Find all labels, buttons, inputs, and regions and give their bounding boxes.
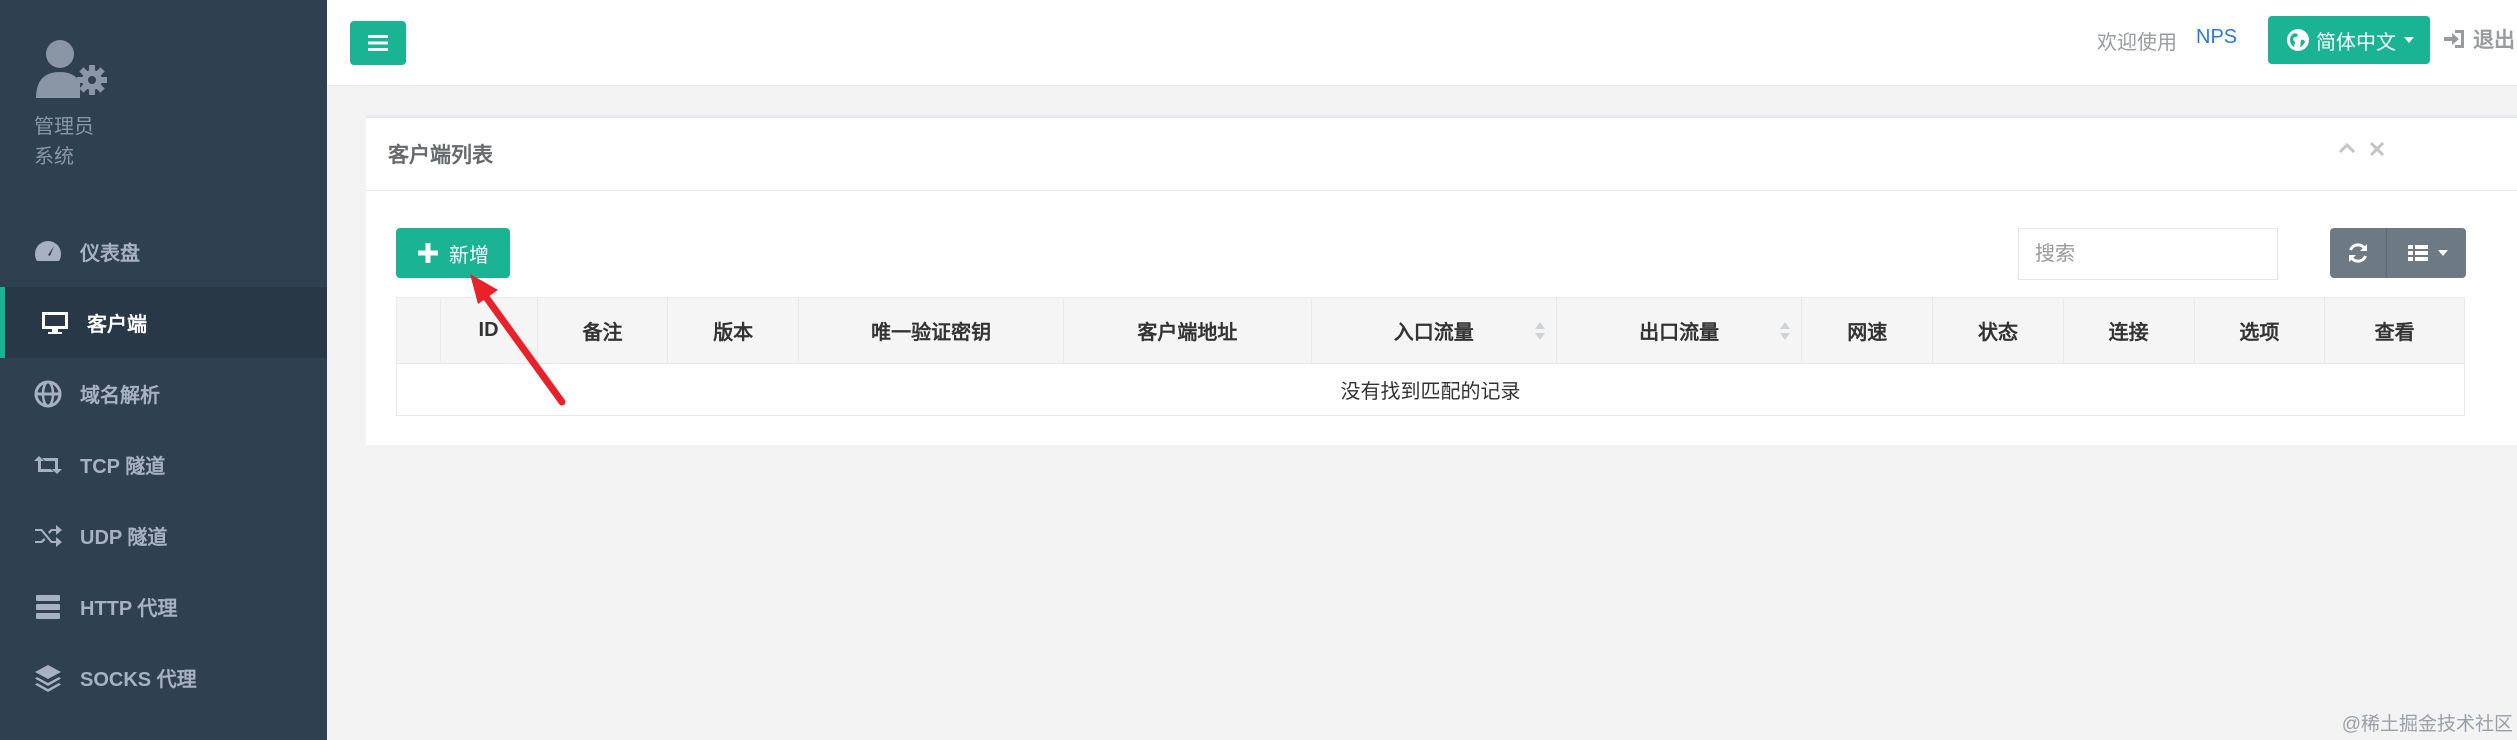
column-header-address: 客户端地址 [1063,297,1312,364]
plus-icon [418,243,438,263]
panel-header: 客户端列表 [366,118,2517,191]
sidebar-item-tcp[interactable]: TCP 隧道 [0,429,327,500]
column-header-version: 版本 [667,297,800,364]
column-header-speed: 网速 [1801,297,1934,364]
sidebar-item-label: UDP 隧道 [80,527,168,549]
table-toolbar [2330,228,2466,278]
table-header-row: ID 备注 版本 唯一验证密钥 客户端地址 入口流量 出口流量 网速 状态 连接… [396,297,2465,364]
sidebar: 管理员 系统 仪表盘 客户端 域名解析 TCP 隧道 UDP 隧道 HTTP 代… [0,0,327,740]
globe-icon [32,378,64,410]
sidebar-item-label: 域名解析 [80,385,160,407]
panel-title: 客户端列表 [388,144,493,167]
search-input[interactable] [2018,228,2278,280]
collapse-icon[interactable] [2338,140,2356,158]
refresh-icon [2349,243,2367,263]
watermark-text: @稀土掘金技术社区 [2341,714,2513,735]
sidebar-item-label: 仪表盘 [80,243,140,265]
sort-icon [1780,322,1791,340]
server-icon [32,591,64,623]
sign-in-icon [2444,30,2464,48]
empty-table-message: 没有找到匹配的记录 [396,363,2465,416]
user-gear-icon [36,40,107,98]
column-header-options: 选项 [2193,297,2326,364]
column-header-view: 查看 [2324,297,2465,364]
user-profile: 管理员 系统 [34,38,114,168]
column-header-select [396,297,441,364]
user-name: 管理员 [34,116,94,138]
welcome-text: 欢迎使用 [2097,32,2177,54]
sidebar-item-label: TCP 隧道 [80,456,166,478]
add-client-button[interactable]: 新增 [396,228,510,278]
column-header-status: 状态 [1932,297,2064,364]
column-header-connection: 连接 [2062,297,2195,364]
client-table: ID 备注 版本 唯一验证密钥 客户端地址 入口流量 出口流量 网速 状态 连接… [396,297,2465,416]
table-row: 没有找到匹配的记录 [396,363,2465,416]
dashboard-icon [32,236,64,268]
monitor-icon [39,307,71,339]
brand-link[interactable]: NPS [2196,26,2237,49]
sidebar-item-udp[interactable]: UDP 隧道 [0,500,327,571]
shuffle-icon [32,520,64,552]
sidebar-item-http[interactable]: HTTP 代理 [0,571,327,642]
sidebar-item-label: HTTP 代理 [80,598,178,620]
caret-down-icon [2437,250,2448,256]
column-header-outlet-flow[interactable]: 出口流量 [1555,297,1803,364]
language-dropdown[interactable]: 简体中文 [2268,16,2430,64]
sidebar-item-dashboard[interactable]: 仪表盘 [0,216,327,287]
add-client-label: 新增 [449,244,489,267]
sidebar-item-clients[interactable]: 客户端 [0,287,327,358]
top-navbar: 欢迎使用 NPS 简体中文 退出 [327,0,2517,86]
column-header-id[interactable]: ID [439,297,538,364]
columns-toggle-button[interactable] [2386,228,2466,278]
logout-link[interactable]: 退出 [2443,24,2515,54]
sidebar-item-domain[interactable]: 域名解析 [0,358,327,429]
column-header-remark: 备注 [536,297,669,364]
caret-down-icon [2404,37,2414,43]
menu-toggle-button[interactable] [350,21,406,65]
column-header-inlet-flow[interactable]: 入口流量 [1310,297,1557,364]
sort-icon [1534,322,1545,340]
refresh-button[interactable] [2330,228,2386,278]
th-list-icon [2407,245,2428,261]
logout-label: 退出 [2473,29,2515,52]
globe-icon [2287,29,2309,51]
sidebar-item-label: SOCKS 代理 [80,669,197,691]
client-list-panel: 客户端列表 新增 ID 备注 版本 唯一验证密钥 客户端地址 [366,115,2517,445]
language-label: 简体中文 [2316,31,2396,54]
outlet-flow-label: 出口流量 [1639,322,1720,344]
inlet-flow-label: 入口流量 [1393,322,1474,344]
sidebar-item-socks[interactable]: SOCKS 代理 [0,642,327,713]
panel-tools [2338,140,2517,158]
layers-icon [32,662,64,694]
close-icon[interactable] [2368,140,2386,158]
user-role: 系统 [34,146,74,168]
sidebar-nav: 仪表盘 客户端 域名解析 TCP 隧道 UDP 隧道 HTTP 代理 SOCKS… [0,216,327,713]
retweet-icon [32,449,64,481]
sidebar-item-label: 客户端 [87,314,147,336]
hamburger-icon [368,35,388,51]
column-header-vkey: 唯一验证密钥 [798,297,1065,364]
